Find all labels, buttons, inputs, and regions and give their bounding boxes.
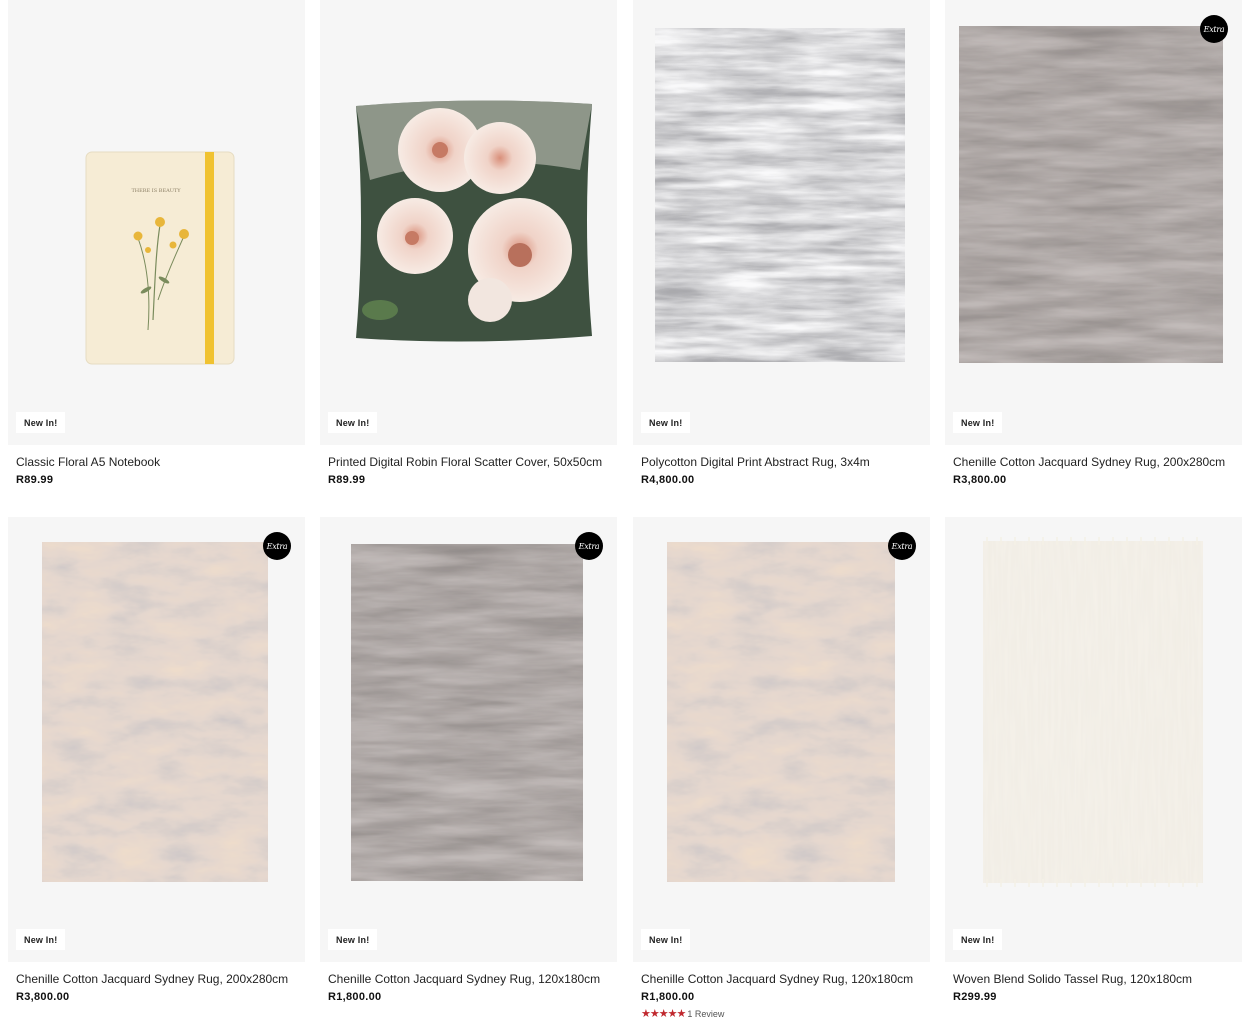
cream-tassel-rug-image bbox=[983, 537, 1203, 887]
product-price: R1,800.00 bbox=[328, 991, 382, 1003]
product-image[interactable]: New In! bbox=[945, 517, 1242, 962]
product-price: R3,800.00 bbox=[16, 991, 70, 1003]
new-in-badge: New In! bbox=[953, 412, 1003, 433]
product-image[interactable]: Extra New In! bbox=[945, 0, 1242, 445]
product-price: R3,800.00 bbox=[953, 474, 1007, 486]
product-card[interactable]: Extra New In! Chenille Cotton Jacquard S… bbox=[320, 517, 617, 1003]
product-price: R89.99 bbox=[328, 474, 366, 486]
extra-badge-icon: Extra bbox=[1200, 15, 1228, 43]
product-price: R4,800.00 bbox=[641, 474, 695, 486]
product-title[interactable]: Chenille Cotton Jacquard Sydney Rug, 200… bbox=[945, 455, 1242, 469]
svg-text:THERE IS BEAUTY: THERE IS BEAUTY bbox=[131, 188, 181, 194]
review-count[interactable]: 1 Review bbox=[687, 1009, 724, 1019]
product-card[interactable]: New In! Printed Digital Robin Floral Sca… bbox=[320, 0, 617, 486]
product-title[interactable]: Woven Blend Solido Tassel Rug, 120x180cm bbox=[945, 972, 1242, 986]
new-in-badge: New In! bbox=[16, 412, 66, 433]
product-image[interactable]: New In! bbox=[320, 0, 617, 445]
dark-rug-image bbox=[351, 544, 583, 881]
notebook-image: THERE IS BEAUTY bbox=[85, 151, 235, 365]
product-image[interactable]: Extra New In! bbox=[8, 517, 305, 962]
product-rating[interactable]: ★★★★★ 1 Review bbox=[633, 1007, 930, 1020]
new-in-badge: New In! bbox=[16, 929, 66, 950]
product-title[interactable]: Printed Digital Robin Floral Scatter Cov… bbox=[320, 455, 617, 469]
product-price: R1,800.00 bbox=[641, 991, 695, 1003]
product-card[interactable]: Extra New In! Chenille Cotton Jacquard S… bbox=[633, 517, 930, 1020]
extra-badge-icon: Extra bbox=[575, 532, 603, 560]
product-title[interactable]: Classic Floral A5 Notebook bbox=[8, 455, 305, 469]
new-in-badge: New In! bbox=[328, 929, 378, 950]
dark-rug-image bbox=[959, 26, 1223, 363]
product-card[interactable]: Extra New In! Chenille Cotton Jacquard S… bbox=[945, 0, 1242, 486]
product-card[interactable]: THERE IS BEAUTY New In! Classic Floral A… bbox=[8, 0, 305, 486]
product-price: R299.99 bbox=[953, 991, 997, 1003]
rating-stars-icon: ★★★★★ bbox=[641, 1008, 686, 1020]
blush-rug-image bbox=[42, 542, 268, 882]
product-card[interactable]: New In! Woven Blend Solido Tassel Rug, 1… bbox=[945, 517, 1242, 1003]
new-in-badge: New In! bbox=[953, 929, 1003, 950]
extra-badge-icon: Extra bbox=[888, 532, 916, 560]
new-in-badge: New In! bbox=[641, 929, 691, 950]
product-title[interactable]: Chenille Cotton Jacquard Sydney Rug, 120… bbox=[633, 972, 930, 986]
product-image[interactable]: New In! bbox=[633, 0, 930, 445]
product-title[interactable]: Chenille Cotton Jacquard Sydney Rug, 120… bbox=[320, 972, 617, 986]
product-price: R89.99 bbox=[16, 474, 54, 486]
product-title[interactable]: Chenille Cotton Jacquard Sydney Rug, 200… bbox=[8, 972, 305, 986]
extra-badge-icon: Extra bbox=[263, 532, 291, 560]
product-card[interactable]: Extra New In! Chenille Cotton Jacquard S… bbox=[8, 517, 305, 1003]
new-in-badge: New In! bbox=[641, 412, 691, 433]
blush-rug-image bbox=[667, 542, 895, 882]
product-card[interactable]: New In! Polycotton Digital Print Abstrac… bbox=[633, 0, 930, 486]
product-image[interactable]: Extra New In! bbox=[633, 517, 930, 962]
product-image[interactable]: Extra New In! bbox=[320, 517, 617, 962]
product-image[interactable]: THERE IS BEAUTY New In! bbox=[8, 0, 305, 445]
new-in-badge: New In! bbox=[328, 412, 378, 433]
product-title[interactable]: Polycotton Digital Print Abstract Rug, 3… bbox=[633, 455, 930, 469]
floral-cushion-image bbox=[356, 100, 592, 342]
grey-abstract-rug-image bbox=[655, 28, 905, 362]
